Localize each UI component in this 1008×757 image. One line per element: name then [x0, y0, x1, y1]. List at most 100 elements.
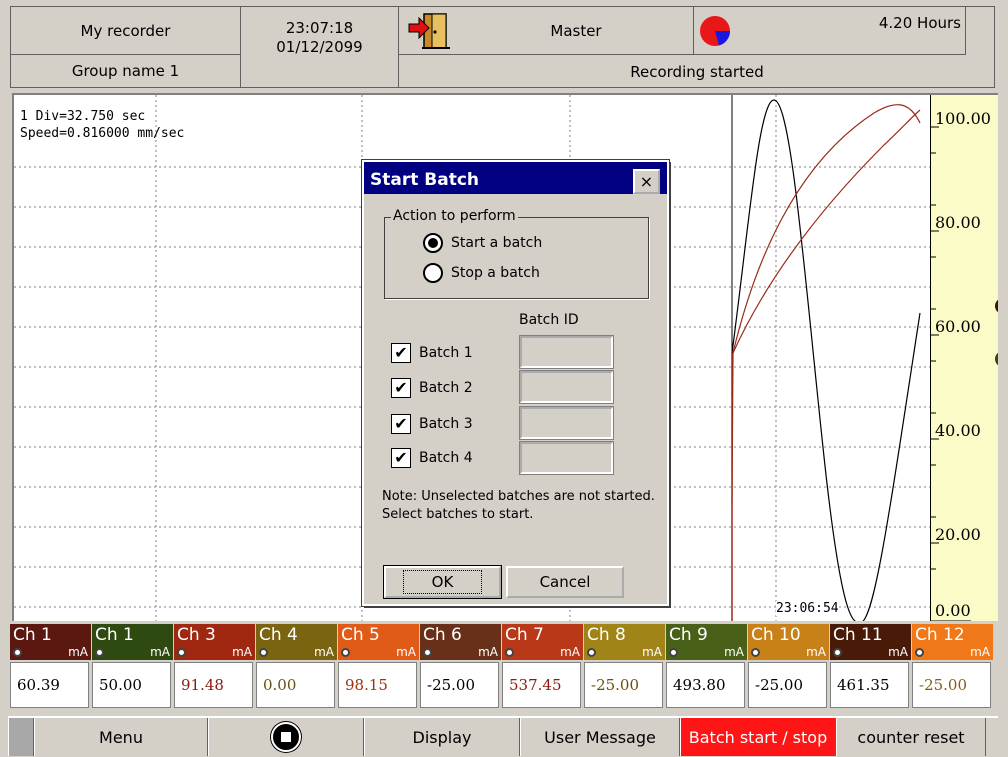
channel-6[interactable]: Ch 6 mA -25.00 [420, 624, 501, 712]
channel-2[interactable]: Ch 1 mA 50.00 [92, 624, 173, 712]
logout-button[interactable] [399, 7, 459, 55]
dialog-note: Note: Unselected batches are not started… [382, 489, 655, 522]
channel-name: Ch 12 [915, 625, 965, 645]
scale-label-0: 0.00 [935, 601, 971, 620]
batch-2-id-field[interactable] [519, 370, 614, 404]
scale-label-100: 100.00 [935, 109, 991, 128]
radio-start-indicator[interactable] [423, 233, 443, 253]
channel-7[interactable]: Ch 7 mA 537.45 [502, 624, 583, 712]
trace-timestamp: 23:06:54 [776, 601, 839, 616]
channel-name: Ch 7 [505, 625, 544, 645]
radio-stop-indicator[interactable] [423, 263, 443, 283]
dialog-title-bar: Start Batch × [364, 162, 667, 194]
channel-name: Ch 1 [13, 625, 52, 645]
channel-10[interactable]: Ch 10 mA -25.00 [748, 624, 829, 712]
ok-button[interactable]: OK [383, 565, 502, 599]
alarm-dot-icon [423, 648, 432, 657]
batch-row-2[interactable]: ✔ Batch 2 [391, 378, 473, 398]
counter-reset-button[interactable]: counter reset [836, 718, 986, 756]
batch-3-id-field[interactable] [519, 406, 614, 440]
clock-date: 01/12/2099 [276, 38, 363, 56]
channel-header[interactable]: Ch 10 mA [748, 624, 829, 660]
batch-1-checkbox[interactable]: ✔ [391, 343, 411, 363]
channel-header[interactable]: Ch 1 mA [92, 624, 173, 660]
start-batch-dialog: Start Batch × Action to perform Start a … [361, 159, 670, 607]
batch-start-stop-button[interactable]: Batch start / stop [680, 718, 836, 756]
channel-1[interactable]: Ch 1 mA 60.39 [10, 624, 91, 712]
group-name-text: Group name 1 [71, 62, 180, 80]
batch-4-checkbox[interactable]: ✔ [391, 448, 411, 468]
channel-strip: Ch 1 mA 60.39 Ch 1 mA 50.00 Ch 3 mA 91.48 Ch 4 mA 0… [10, 624, 998, 712]
batch-row-1[interactable]: ✔ Batch 1 [391, 343, 473, 363]
channel-value: 537.45 [502, 662, 581, 708]
channel-9[interactable]: Ch 9 mA 493.80 [666, 624, 747, 712]
counter-reset-label: counter reset [857, 727, 965, 747]
channel-12[interactable]: Ch 12 mA -25.00 [912, 624, 993, 712]
channel-header[interactable]: Ch 6 mA [420, 624, 501, 660]
channel-header[interactable]: Ch 4 mA [256, 624, 337, 660]
channel-name: Ch 10 [751, 625, 801, 645]
user-name[interactable]: Master [459, 7, 694, 55]
close-button[interactable]: × [633, 169, 660, 194]
channel-value: 98.15 [338, 662, 417, 708]
channel-header[interactable]: Ch 7 mA [502, 624, 583, 660]
channel-3[interactable]: Ch 3 mA 91.48 [174, 624, 255, 712]
channel-name: Ch 9 [669, 625, 708, 645]
channel-header[interactable]: Ch 9 mA [666, 624, 747, 660]
channel-value: 60.39 [10, 662, 89, 708]
radio-start-label: Start a batch [451, 235, 543, 251]
batch-3-checkbox[interactable]: ✔ [391, 414, 411, 434]
scale-label-20: 20.00 [935, 525, 981, 544]
channel-unit: mA [642, 645, 662, 659]
marker-ch1 [995, 299, 998, 313]
channel-unit: mA [478, 645, 498, 659]
batch-1-id-field[interactable] [519, 335, 614, 369]
value-scale: 100.00 80.00 60.00 40.00 20.00 0.00 [930, 95, 998, 621]
alarm-dot-icon [13, 648, 22, 657]
stop-record-button[interactable] [208, 718, 364, 756]
channel-unit: mA [396, 645, 416, 659]
batch-2-checkbox[interactable]: ✔ [391, 378, 411, 398]
channel-header[interactable]: Ch 1 mA [10, 624, 91, 660]
dialog-title: Start Batch [370, 170, 480, 190]
channel-header[interactable]: Ch 3 mA [174, 624, 255, 660]
cancel-button[interactable]: Cancel [506, 566, 624, 598]
disk-status [694, 7, 736, 55]
radio-stop-batch[interactable]: Stop a batch [423, 263, 540, 283]
channel-11[interactable]: Ch 11 mA 461.35 [830, 624, 911, 712]
alarm-dot-icon [751, 648, 760, 657]
channel-value: 91.48 [174, 662, 253, 708]
channel-8[interactable]: Ch 8 mA -25.00 [584, 624, 665, 712]
channel-header[interactable]: Ch 12 mA [912, 624, 993, 660]
door-exit-icon [408, 12, 450, 49]
status-header: My recorder Group name 1 23:07:18 01/12/… [10, 6, 995, 88]
batch-4-label: Batch 4 [419, 450, 473, 466]
radio-start-batch[interactable]: Start a batch [423, 233, 542, 253]
div-info: 1 Div=32.750 sec [20, 109, 146, 124]
user-message-button[interactable]: User Message [520, 718, 680, 756]
trace-ch1 [731, 99, 921, 621]
channel-name: Ch 11 [833, 625, 883, 645]
channel-header[interactable]: Ch 8 mA [584, 624, 665, 660]
menu-button[interactable]: Menu [34, 718, 208, 756]
trace-ch3 [731, 104, 921, 506]
channel-5[interactable]: Ch 5 mA 98.15 [338, 624, 419, 712]
recorder-name-text: My recorder [80, 21, 171, 40]
batch-3-label: Batch 3 [419, 416, 473, 432]
group-name[interactable]: Group name 1 [11, 55, 241, 88]
channel-value: 493.80 [666, 662, 745, 708]
user-message-button-label: User Message [544, 727, 656, 747]
channel-unit: mA [970, 645, 990, 659]
batch-4-id-field[interactable] [519, 441, 614, 475]
channel-unit: mA [724, 645, 744, 659]
display-button[interactable]: Display [364, 718, 520, 756]
toolbar-grip[interactable] [8, 718, 34, 756]
channel-name: Ch 8 [587, 625, 626, 645]
batch-row-4[interactable]: ✔ Batch 4 [391, 448, 473, 468]
channel-header[interactable]: Ch 5 mA [338, 624, 419, 660]
channel-4[interactable]: Ch 4 mA 0.00 [256, 624, 337, 712]
batch-row-3[interactable]: ✔ Batch 3 [391, 414, 473, 434]
channel-header[interactable]: Ch 11 mA [830, 624, 911, 660]
ok-button-label: OK [402, 570, 483, 594]
menu-button-label: Menu [99, 727, 143, 747]
